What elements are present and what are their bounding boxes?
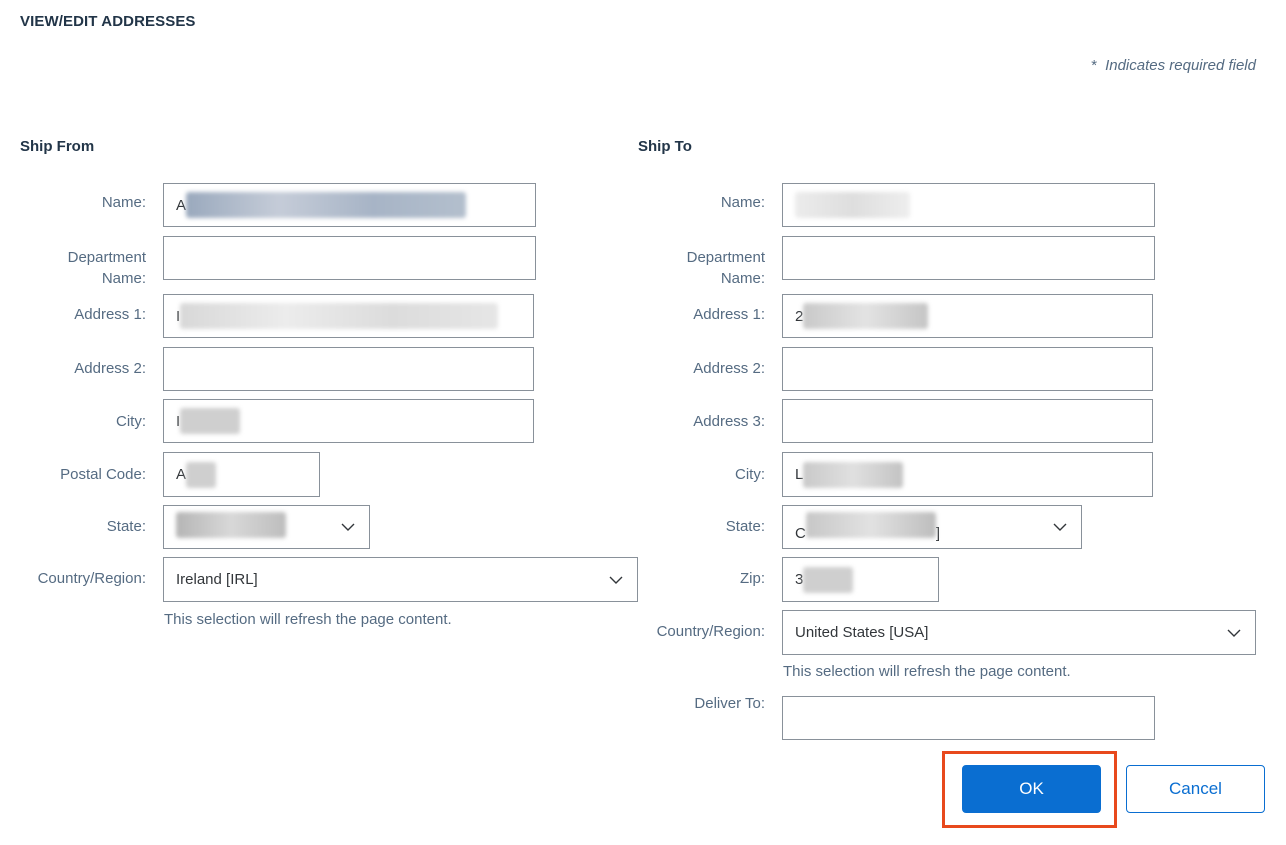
ship-to-state-label: State:: [725, 518, 765, 535]
required-note-text: Indicates required field: [1105, 57, 1256, 74]
required-star: *: [1091, 57, 1098, 74]
ship-to-country-value: United States [USA]: [795, 624, 929, 641]
ship-from-country-value: Ireland [IRL]: [176, 571, 258, 588]
required-field-note: * Indicates required field: [1091, 57, 1256, 74]
ship-to-country-hint: This selection will refresh the page con…: [783, 663, 1071, 680]
ship-from-department-label: Department Name:: [0, 247, 146, 289]
ship-to-department-label-line1: Department: [686, 249, 765, 266]
page-title: VIEW/EDIT ADDRESSES: [20, 13, 196, 30]
chevron-down-icon: [1053, 523, 1067, 531]
ship-from-state-value: [176, 512, 341, 542]
ship-from-address2-label: Address 2:: [74, 360, 146, 377]
ship-from-name-value: A: [176, 196, 187, 214]
ship-to-address1-value: 2: [795, 307, 804, 325]
ship-to-department-input[interactable]: [782, 236, 1155, 280]
ship-to-zip-label: Zip:: [739, 570, 765, 587]
ship-from-postal-code-label: Postal Code:: [60, 466, 146, 483]
ship-to-address2-input[interactable]: [782, 347, 1153, 391]
ship-from-postal-code-value: A: [176, 466, 187, 483]
ship-to-city-label: City:: [735, 466, 765, 483]
ship-to-city-value: L: [795, 466, 804, 483]
redacted-text: [795, 192, 910, 218]
chevron-down-icon: [341, 523, 355, 531]
redacted-text: [805, 512, 936, 538]
ship-to-deliver-to-label: Deliver To:: [694, 695, 765, 712]
chevron-down-icon: [1227, 629, 1241, 637]
ship-to-name-label: Name:: [720, 194, 765, 211]
redacted-text: [176, 512, 286, 538]
ship-from-title: Ship From: [20, 138, 95, 155]
ship-from-address1-input[interactable]: I: [163, 294, 534, 338]
ship-to-zip-value: 3: [795, 571, 804, 588]
ship-from-address1-label: Address 1:: [74, 306, 146, 323]
ship-to-city-input[interactable]: L: [782, 452, 1153, 497]
redacted-text: [803, 303, 929, 329]
ship-from-address2-input[interactable]: [163, 347, 534, 391]
redacted-text: [180, 303, 499, 329]
ship-to-state-value: C]: [795, 512, 1053, 542]
ship-from-department-label-line2: Name:: [101, 270, 146, 287]
ship-from-name-label: Name:: [101, 194, 146, 211]
ship-to-deliver-to-input[interactable]: [782, 696, 1155, 740]
ship-from-name-input[interactable]: A: [163, 183, 536, 227]
ship-to-state-value-end: ]: [935, 525, 941, 542]
ship-from-department-label-line1: Department: [67, 249, 146, 266]
ship-from-department-input[interactable]: [163, 236, 536, 280]
ship-to-zip-input[interactable]: 3: [782, 557, 939, 602]
ship-to-name-input[interactable]: [782, 183, 1155, 227]
ship-to-department-label-line2: Name:: [720, 270, 765, 287]
ship-to-address3-input[interactable]: [782, 399, 1153, 443]
ok-button[interactable]: OK: [962, 765, 1101, 813]
ship-from-country-label: Country/Region:: [37, 570, 146, 587]
redacted-text: [186, 192, 467, 218]
ship-from-postal-code-input[interactable]: A: [163, 452, 320, 497]
ship-from-country-select[interactable]: Ireland [IRL]: [163, 557, 638, 602]
ship-to-address1-label: Address 1:: [693, 306, 765, 323]
ship-from-country-hint: This selection will refresh the page con…: [164, 611, 452, 628]
redacted-text: [803, 566, 854, 593]
ship-to-address2-label: Address 2:: [693, 360, 765, 377]
ship-to-address3-label: Address 3:: [693, 413, 765, 430]
ship-to-title: Ship To: [638, 138, 692, 155]
ship-to-state-value-start: C: [795, 525, 806, 542]
ship-to-department-label: Department Name:: [620, 247, 765, 289]
ship-from-state-label: State:: [106, 518, 146, 535]
redacted-text: [180, 408, 241, 434]
ship-from-city-label: City:: [116, 413, 146, 430]
cancel-button[interactable]: Cancel: [1126, 765, 1265, 813]
redacted-text: [186, 461, 217, 488]
ship-from-city-input[interactable]: I: [163, 399, 534, 443]
ship-to-address1-input[interactable]: 2: [782, 294, 1153, 338]
ship-to-country-label: Country/Region:: [656, 623, 765, 640]
ship-to-state-select[interactable]: C]: [782, 505, 1082, 549]
redacted-text: [803, 461, 904, 488]
ship-from-state-select[interactable]: [163, 505, 370, 549]
ship-to-country-select[interactable]: United States [USA]: [782, 610, 1256, 655]
